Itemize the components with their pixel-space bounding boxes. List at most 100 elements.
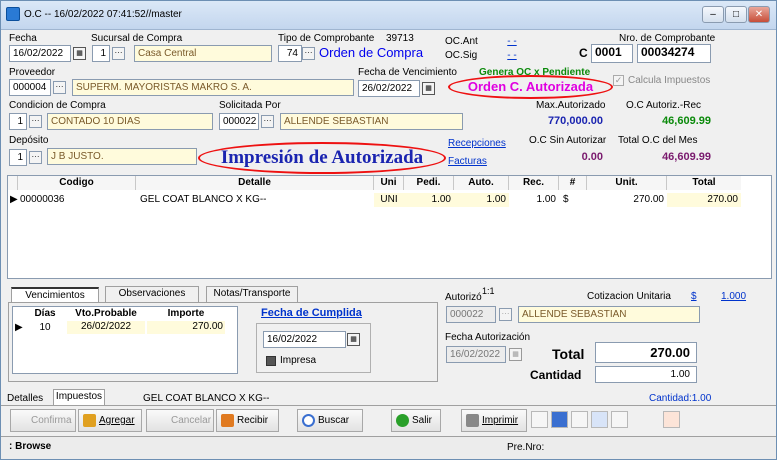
oc-autoriz-value: 46,609.99 xyxy=(662,115,711,127)
add-icon xyxy=(83,414,96,427)
condicion-code-input[interactable]: 1 xyxy=(9,113,27,130)
total-mes-value: 46,609.99 xyxy=(662,151,711,163)
deposito-lookup-button[interactable]: ··· xyxy=(29,151,42,164)
sucursal-lookup-button[interactable]: ··· xyxy=(112,47,125,60)
venc-row-indicator-icon: ▶ xyxy=(15,322,23,333)
autorizo-code-input: 000022 xyxy=(446,306,496,323)
recepciones-link[interactable]: Recepciones xyxy=(448,138,506,149)
confirma-button[interactable]: Confirma xyxy=(10,409,76,432)
fecha-cumplida-input[interactable]: 16/02/2022 xyxy=(263,331,346,348)
calendar-icon-cumplida[interactable]: ▦ xyxy=(347,333,360,346)
fecha-input[interactable]: 16/02/2022 xyxy=(9,45,71,62)
col-header-moneda[interactable]: # xyxy=(559,176,587,190)
venc-cell-importe: 270.00 xyxy=(147,321,225,334)
col-header-codigo[interactable]: Codigo xyxy=(18,176,136,190)
fecha-autorizacion-label: Fecha Autorización xyxy=(445,332,531,343)
maximize-button[interactable]: □ xyxy=(725,6,747,23)
proveedor-name-field: SUPERM. MAYORISTAS MAKRO S. A. xyxy=(72,79,354,96)
total-label: Total xyxy=(552,346,585,362)
col-header-rec[interactable]: Rec. xyxy=(509,176,559,190)
tab-vencimientos[interactable]: Vencimientos xyxy=(11,287,99,303)
nro-num-input[interactable]: 00034274 xyxy=(637,44,711,63)
tab-impuestos[interactable]: Impuestos xyxy=(53,389,105,405)
tipo-name: Orden de Compra xyxy=(319,45,424,60)
impresa-checkbox[interactable] xyxy=(266,356,276,366)
cotizacion-value-link[interactable]: 1.000 xyxy=(721,291,746,302)
calendar-icon-autorizacion: ▦ xyxy=(509,348,522,361)
fecha-cumplida-link[interactable]: Fecha de Cumplida xyxy=(261,307,362,319)
solicitada-name-field: ALLENDE SEBASTIAN xyxy=(280,113,463,130)
detail-grid[interactable]: Codigo Detalle Uni Pedi. Auto. Rec. # Un… xyxy=(7,175,772,279)
tab-detalles[interactable]: Detalles xyxy=(7,393,43,404)
oc-ant-label: OC.Ant xyxy=(445,36,478,47)
col-header-detalle[interactable]: Detalle xyxy=(136,176,374,190)
vencimiento-input[interactable]: 26/02/2022 xyxy=(358,80,420,97)
col-header-unit[interactable]: Unit. xyxy=(587,176,667,190)
nro-pv-input[interactable]: 0001 xyxy=(591,44,633,63)
venc-cell-dias: 10 xyxy=(39,322,51,333)
autorizo-name-field: ALLENDE SEBASTIAN xyxy=(518,306,700,323)
calendar-icon[interactable]: ▦ xyxy=(73,47,86,60)
autorizo-lookup-button: ··· xyxy=(499,308,512,321)
tool-icon-5[interactable] xyxy=(611,411,628,428)
minimize-button[interactable]: – xyxy=(702,6,724,23)
solicitada-code-input[interactable]: 000022 xyxy=(219,113,259,130)
deposito-code-input[interactable]: 1 xyxy=(9,149,27,166)
orden-autorizada-label: Orden C. Autorizada xyxy=(448,75,613,99)
buscar-button[interactable]: Buscar xyxy=(297,409,363,432)
tool-icon-4[interactable] xyxy=(591,411,608,428)
facturas-link[interactable]: Facturas xyxy=(448,156,487,167)
oc-sig-link[interactable]: - - xyxy=(483,50,541,61)
tool-icon-3[interactable] xyxy=(571,411,588,428)
col-header-uni[interactable]: Uni xyxy=(374,176,404,190)
vencimientos-grid[interactable]: Días Vto.Probable Importe ▶ 10 26/02/202… xyxy=(12,306,238,374)
col-header-pedi[interactable]: Pedi. xyxy=(404,176,454,190)
agregar-button[interactable]: Agregar xyxy=(78,409,142,432)
calcula-impuestos-label: Calcula Impuestos xyxy=(628,75,711,86)
bottom-tab-strip xyxy=(1,405,776,406)
receive-icon xyxy=(221,414,234,427)
close-button[interactable]: ✕ xyxy=(748,6,770,23)
cotizacion-currency-link[interactable]: $ xyxy=(691,291,697,302)
tab-notas[interactable]: Notas/Transporte xyxy=(206,286,298,302)
tipo-lookup-button[interactable]: ··· xyxy=(302,47,315,60)
recibir-button[interactable]: Recibir xyxy=(216,409,279,432)
sucursal-code-input[interactable]: 1 xyxy=(92,45,110,62)
tool-icon-1[interactable] xyxy=(531,411,548,428)
vencimiento-label: Fecha de Vencimiento xyxy=(358,67,457,78)
col-header-total[interactable]: Total xyxy=(667,176,741,190)
oc-ant-link[interactable]: - - xyxy=(483,36,541,47)
calcula-impuestos-checkbox[interactable]: ✓ xyxy=(613,75,624,86)
proveedor-code-input[interactable]: 000004 xyxy=(9,79,51,96)
info-icon[interactable] xyxy=(551,411,568,428)
cell-detalle: GEL COAT BLANCO X KG-- xyxy=(140,194,267,205)
printer-icon xyxy=(466,414,479,427)
cell-total: 270.00 xyxy=(667,193,741,207)
max-autorizado-value: 770,000.00 xyxy=(547,115,603,127)
proveedor-lookup-button[interactable]: ··· xyxy=(53,81,66,94)
export-icon[interactable] xyxy=(663,411,680,428)
autorizo-ratio: 1:1 xyxy=(482,286,495,296)
condicion-name-field: CONTADO 10 DIAS xyxy=(47,113,213,130)
title-bar[interactable]: O.C -- 16/02/2022 07:41:52//master – □ ✕ xyxy=(1,1,776,30)
condicion-lookup-button[interactable]: ··· xyxy=(29,115,42,128)
window-title: O.C -- 16/02/2022 07:41:52//master xyxy=(24,9,182,20)
deposito-label: Depósito xyxy=(9,135,49,146)
selected-item-label: GEL COAT BLANCO X KG-- xyxy=(143,393,270,404)
imprimir-button[interactable]: Imprimir xyxy=(461,409,527,432)
table-row[interactable]: ▶ 00000036 GEL COAT BLANCO X KG-- UNI 1.… xyxy=(8,193,741,207)
solicitada-lookup-button[interactable]: ··· xyxy=(261,115,274,128)
autorizo-label: Autorizó xyxy=(445,292,482,303)
col-header-auto[interactable]: Auto. xyxy=(454,176,509,190)
tipo-code-input[interactable]: 74 xyxy=(278,45,302,62)
tab-observaciones[interactable]: Observaciones xyxy=(105,286,199,302)
oc-sin-label: O.C Sin Autorizar xyxy=(529,135,607,146)
salir-button[interactable]: Salir xyxy=(391,409,441,432)
col-header-indicator xyxy=(8,176,18,190)
impresa-label: Impresa xyxy=(280,355,317,366)
max-autorizado-label: Max.Autorizado xyxy=(536,100,606,111)
fecha-label: Fecha xyxy=(9,33,37,44)
cancelar-button[interactable]: Cancelar xyxy=(146,409,214,432)
venc-header-dias: Días xyxy=(34,308,56,319)
calendar-icon-vencimiento[interactable]: ▦ xyxy=(422,82,435,95)
